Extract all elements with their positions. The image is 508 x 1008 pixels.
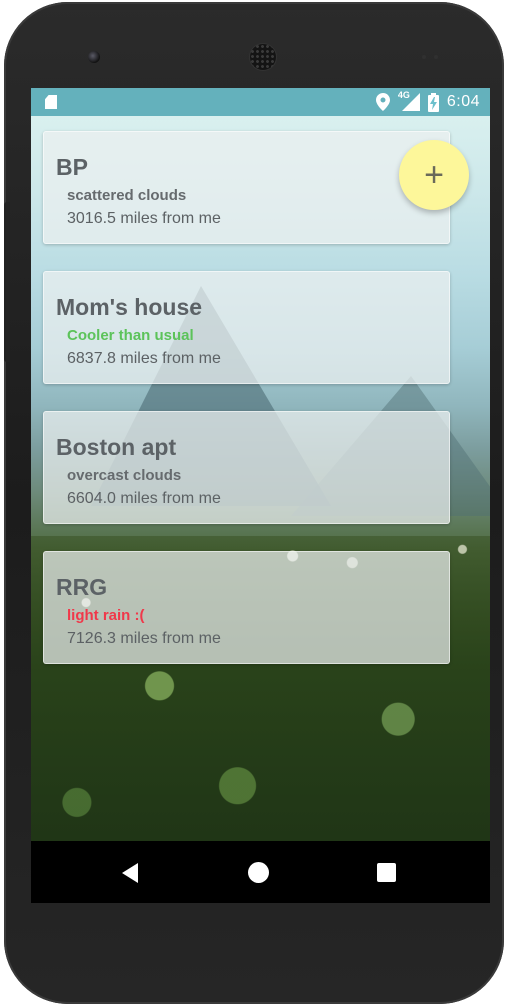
location-card[interactable]: Mom's house Cooler than usual 6837.8 mil… [43, 271, 450, 384]
light-sensor-icon [434, 55, 438, 59]
recents-icon[interactable] [377, 863, 396, 882]
clock: 6:04 [446, 93, 480, 110]
location-name: BP [56, 154, 88, 180]
battery-charging-icon [427, 92, 439, 112]
distance-text: 7126.3 miles from me [67, 630, 221, 647]
navigation-bar [31, 841, 490, 903]
weather-condition: overcast clouds [67, 467, 182, 484]
home-icon[interactable] [248, 862, 269, 883]
location-icon [375, 93, 390, 111]
distance-text: 6604.0 miles from me [67, 490, 221, 507]
add-location-button[interactable]: + [399, 140, 469, 210]
status-bar: 4G 6:04 [31, 88, 490, 116]
distance-text: 6837.8 miles from me [67, 350, 221, 367]
proximity-sensor-icon [422, 55, 426, 59]
location-name: Boston apt [56, 434, 177, 460]
weather-condition: scattered clouds [67, 187, 187, 204]
location-name: RRG [56, 574, 108, 600]
plus-icon: + [424, 156, 444, 194]
earpiece-speaker-icon [250, 44, 276, 70]
front-camera-icon [88, 51, 100, 63]
screen: 4G 6:04 BP scattered clouds 3016.5 miles… [31, 88, 490, 903]
location-card[interactable]: BP scattered clouds 3016.5 miles from me [43, 131, 450, 244]
location-name: Mom's house [56, 294, 203, 320]
weather-condition: light rain :( [67, 607, 145, 624]
distance-text: 3016.5 miles from me [67, 210, 221, 227]
sd-card-icon [45, 95, 57, 109]
weather-condition: Cooler than usual [67, 327, 194, 344]
location-card[interactable]: RRG light rain :( 7126.3 miles from me [43, 551, 450, 664]
back-icon[interactable] [122, 863, 138, 883]
location-card[interactable]: Boston apt overcast clouds 6604.0 miles … [43, 411, 450, 524]
side-button [4, 202, 10, 362]
signal-icon: 4G [398, 90, 420, 111]
